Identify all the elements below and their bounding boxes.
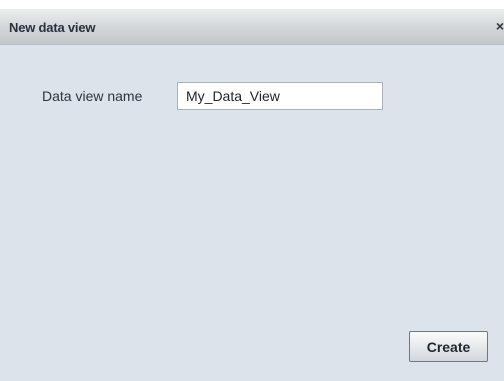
top-strip [0, 0, 504, 9]
dialog-titlebar: New data view × [0, 9, 504, 45]
close-icon[interactable]: × [490, 18, 504, 34]
create-button[interactable]: Create [409, 331, 488, 362]
new-data-view-dialog: New data view × Data view name Create [0, 9, 504, 381]
dialog-title: New data view [9, 20, 96, 35]
data-view-name-label: Data view name [42, 88, 143, 104]
data-view-name-input[interactable] [177, 82, 383, 110]
